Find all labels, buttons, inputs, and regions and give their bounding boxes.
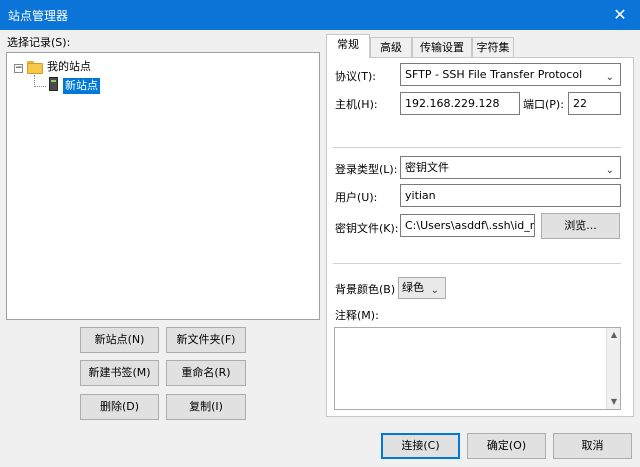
host-input[interactable]: 192.168.229.128 bbox=[400, 92, 520, 115]
scroll-down-icon[interactable]: ▼ bbox=[607, 395, 621, 409]
keyfile-input[interactable]: C:\Users\asddf\.ssh\id_r bbox=[400, 214, 535, 237]
logon-type-select[interactable]: 密钥文件 ⌄ bbox=[400, 156, 621, 179]
ok-button[interactable]: 确定(O) bbox=[467, 433, 546, 459]
connect-button[interactable]: 连接(C) bbox=[381, 433, 460, 459]
chevron-down-icon: ⌄ bbox=[605, 165, 614, 176]
port-label: 端口(P): bbox=[523, 98, 564, 111]
site-manager-dialog: 选择记录(S): − 我的站点 新站点 新站点(N) 新文件夹(F) 新建书签(… bbox=[0, 30, 640, 467]
logon-type-label: 登录类型(L): bbox=[335, 163, 398, 176]
new-site-button[interactable]: 新站点(N) bbox=[80, 327, 159, 353]
comments-label: 注释(M): bbox=[335, 309, 379, 322]
chevron-down-icon: ⌄ bbox=[430, 285, 439, 296]
browse-button[interactable]: 浏览... bbox=[541, 213, 620, 239]
port-input[interactable]: 22 bbox=[568, 92, 621, 115]
new-folder-button[interactable]: 新文件夹(F) bbox=[166, 327, 246, 353]
tab-transfer-settings[interactable]: 传输设置 bbox=[412, 37, 472, 59]
copy-button[interactable]: 复制(I) bbox=[166, 394, 246, 420]
user-label: 用户(U): bbox=[335, 191, 378, 204]
separator bbox=[333, 263, 621, 264]
host-label: 主机(H): bbox=[335, 98, 378, 111]
folder-icon bbox=[27, 61, 43, 74]
protocol-select[interactable]: SFTP - SSH File Transfer Protocol ⌄ bbox=[400, 63, 621, 86]
tab-general[interactable]: 常规 bbox=[326, 34, 370, 58]
cancel-button[interactable]: 取消 bbox=[553, 433, 632, 459]
bgcolor-label: 背景颜色(B) bbox=[335, 283, 396, 296]
protocol-label: 协议(T): bbox=[335, 70, 377, 83]
tab-advanced[interactable]: 高级 bbox=[370, 37, 412, 59]
window-titlebar: 站点管理器 ✕ bbox=[0, 0, 640, 30]
site-tree[interactable]: − 我的站点 新站点 bbox=[6, 52, 320, 320]
tree-connector bbox=[34, 75, 46, 87]
select-entry-label: 选择记录(S): bbox=[7, 36, 71, 49]
server-icon bbox=[49, 77, 58, 91]
tab-charset[interactable]: 字符集 bbox=[472, 37, 514, 59]
close-icon[interactable]: ✕ bbox=[600, 0, 640, 30]
window-title: 站点管理器 bbox=[8, 9, 69, 23]
bgcolor-select[interactable]: 绿色 ⌄ bbox=[398, 277, 446, 299]
bgcolor-value: 绿色 bbox=[402, 281, 424, 294]
delete-button[interactable]: 删除(D) bbox=[80, 394, 159, 420]
protocol-value: SFTP - SSH File Transfer Protocol bbox=[405, 68, 583, 81]
new-bookmark-button[interactable]: 新建书签(M) bbox=[80, 360, 159, 386]
rename-button[interactable]: 重命名(R) bbox=[166, 360, 246, 386]
tree-item-new-site[interactable]: 新站点 bbox=[63, 78, 100, 94]
user-input[interactable]: yitian bbox=[400, 184, 621, 207]
scroll-up-icon[interactable]: ▲ bbox=[607, 328, 621, 342]
separator bbox=[333, 147, 621, 148]
scrollbar[interactable]: ▲ ▼ bbox=[606, 328, 620, 409]
chevron-down-icon: ⌄ bbox=[605, 72, 614, 83]
expand-collapse-icon[interactable]: − bbox=[14, 64, 23, 73]
comments-textarea[interactable]: ▲ ▼ bbox=[334, 327, 621, 410]
logon-type-value: 密钥文件 bbox=[405, 161, 449, 174]
keyfile-label: 密钥文件(K): bbox=[335, 222, 399, 235]
tree-item-my-sites[interactable]: 我的站点 bbox=[47, 59, 91, 75]
